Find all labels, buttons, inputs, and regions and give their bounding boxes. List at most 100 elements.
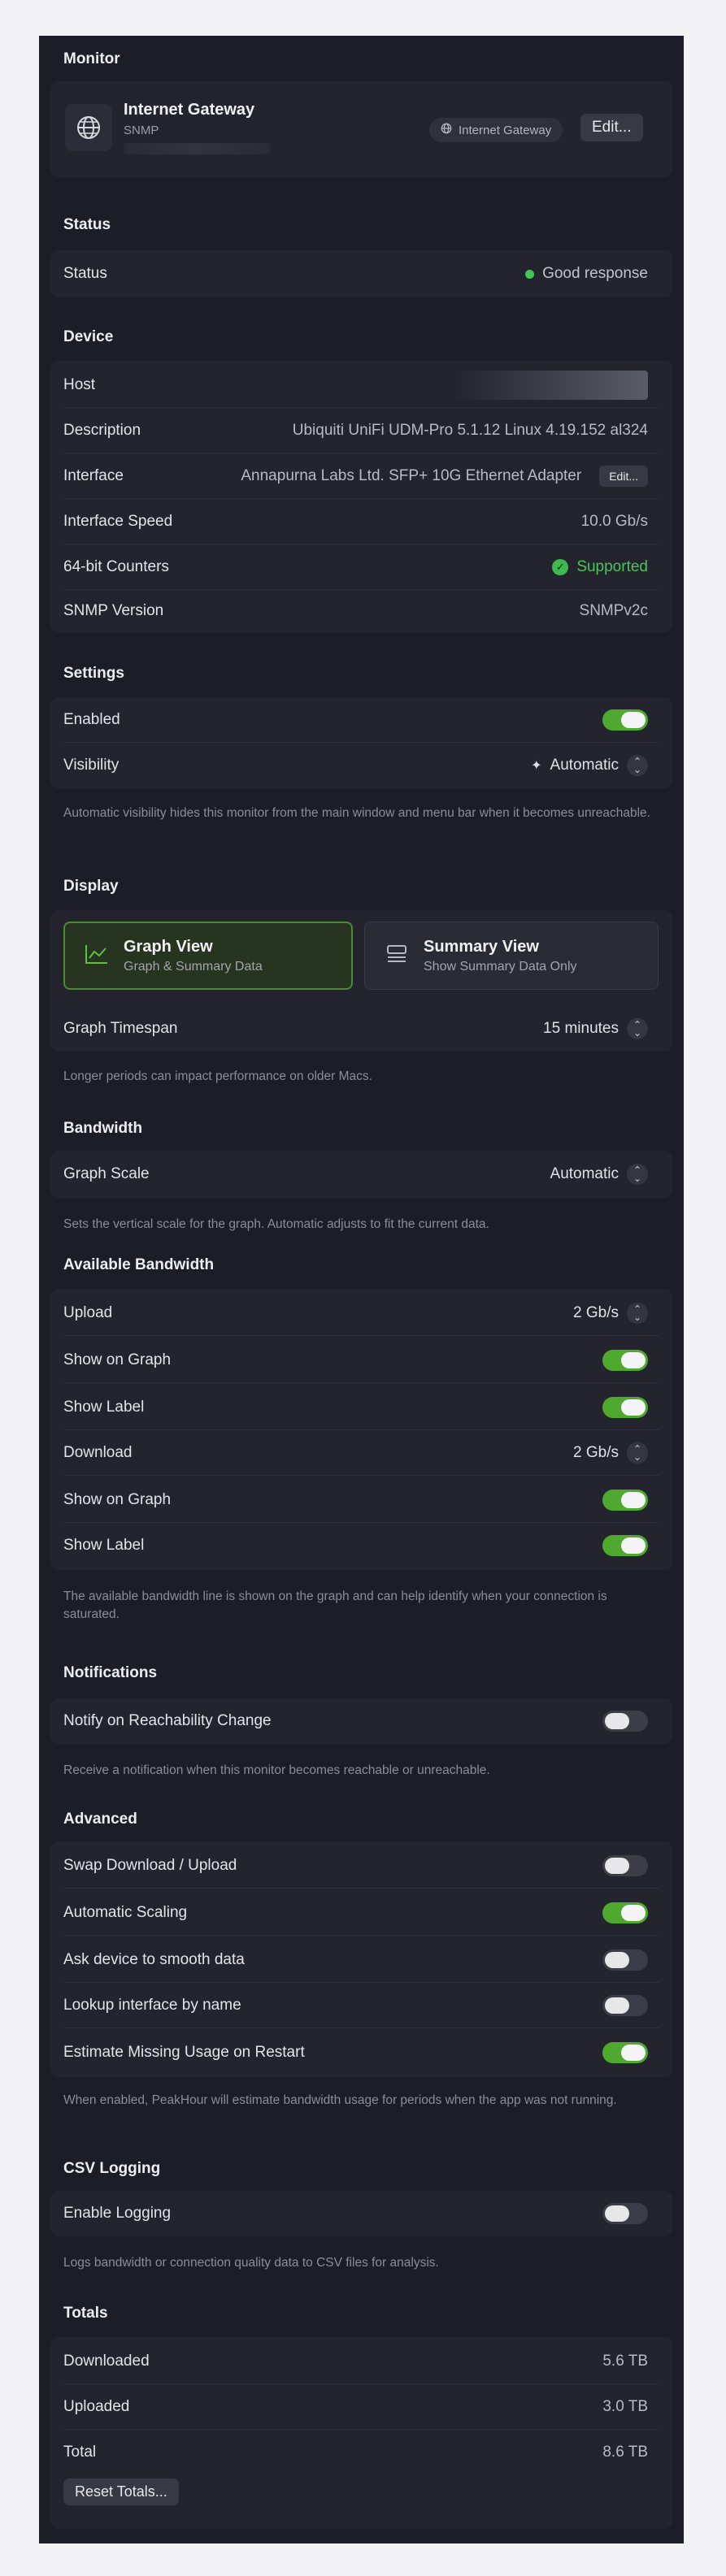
scaling-row: Automatic Scaling <box>50 1890 672 1936</box>
graph-view-title: Graph View <box>124 937 213 956</box>
enabled-toggle[interactable] <box>602 709 648 731</box>
reachability-toggle[interactable] <box>602 1711 648 1732</box>
chevron-updown-icon: ⌃ ⌄ <box>627 1018 648 1039</box>
chevron-updown-icon: ⌃ ⌄ <box>627 755 648 776</box>
advanced-heading: Advanced <box>63 1811 137 1828</box>
reachability-label: Notify on Reachability Change <box>63 1712 272 1729</box>
advanced-note: When enabled, PeakHour will estimate ban… <box>63 2093 617 2107</box>
visibility-select[interactable]: ✦ Automatic ⌃ ⌄ <box>531 755 648 776</box>
summary-view-title: Summary View <box>424 937 539 956</box>
monitor-type: SNMP <box>124 124 159 137</box>
csv-toggle[interactable] <box>602 2203 648 2224</box>
host-label: Host <box>63 376 96 393</box>
scale-label: Graph Scale <box>63 1165 150 1182</box>
upload-show-graph-row: Show on Graph <box>50 1338 672 1383</box>
visibility-row: Visibility ✦ Automatic ⌃ ⌄ <box>50 743 672 788</box>
status-heading: Status <box>63 216 111 233</box>
smooth-label: Ask device to smooth data <box>63 1951 245 1968</box>
download-show-graph-toggle[interactable] <box>602 1490 648 1511</box>
interface-label: Interface <box>63 467 124 484</box>
speed-row: Interface Speed 10.0 Gb/s <box>50 499 672 544</box>
csv-note: Logs bandwidth or connection quality dat… <box>63 2256 439 2270</box>
scale-note: Sets the vertical scale for the graph. A… <box>63 1217 489 1231</box>
upload-show-label-label: Show Label <box>63 1399 145 1416</box>
interface-edit-button[interactable]: Edit... <box>599 466 648 487</box>
download-show-label-toggle[interactable] <box>602 1535 648 1556</box>
uploaded-label: Uploaded <box>63 2398 130 2415</box>
enabled-label: Enabled <box>63 711 120 728</box>
lookup-label: Lookup interface by name <box>63 1997 241 2014</box>
upload-select[interactable]: 2 Gb/s ⌃ ⌄ <box>573 1303 648 1324</box>
visibility-label: Visibility <box>63 757 120 774</box>
display-heading: Display <box>63 878 119 895</box>
interface-row: Interface Annapurna Labs Ltd. SFP+ 10G E… <box>50 453 672 499</box>
status-dot-icon <box>525 269 535 279</box>
swap-row: Swap Download / Upload <box>50 1843 672 1889</box>
uploaded-row: Uploaded 3.0 TB <box>50 2384 672 2430</box>
smooth-row: Ask device to smooth data <box>50 1937 672 1983</box>
interface-value: Annapurna Labs Ltd. SFP+ 10G Ethernet Ad… <box>241 466 648 487</box>
speed-label: Interface Speed <box>63 513 173 530</box>
download-label: Download <box>63 1444 133 1461</box>
summary-list-icon <box>385 943 409 969</box>
snmp-value: SNMPv2c <box>579 602 648 619</box>
visibility-value: Automatic <box>550 757 619 774</box>
chevron-updown-icon: ⌃ ⌄ <box>627 1442 648 1464</box>
available-note: The available bandwidth line is shown on… <box>63 1589 607 1621</box>
notifications-note: Receive a notification when this monitor… <box>63 1763 490 1777</box>
scale-select[interactable]: Automatic ⌃ ⌄ <box>550 1164 648 1185</box>
chevron-updown-icon: ⌃ ⌄ <box>627 1164 648 1185</box>
swap-label: Swap Download / Upload <box>63 1857 237 1874</box>
monitor-address-redacted <box>124 143 270 154</box>
download-show-graph-row: Show on Graph <box>50 1477 672 1523</box>
reset-totals-button[interactable]: Reset Totals... <box>63 2478 179 2505</box>
monitor-badge-label: Internet Gateway <box>459 123 552 137</box>
timespan-value: 15 minutes <box>543 1020 619 1037</box>
upload-show-label-toggle[interactable] <box>602 1397 648 1418</box>
downloaded-value: 5.6 TB <box>602 2353 648 2370</box>
timespan-select[interactable]: 15 minutes ⌃ ⌄ <box>543 1018 648 1039</box>
status-value: Good response <box>525 265 648 283</box>
estimate-row: Estimate Missing Usage on Restart <box>50 2030 672 2075</box>
summary-view-card[interactable]: Summary View Show Summary Data Only <box>364 922 659 990</box>
snmp-label: SNMP Version <box>63 602 164 619</box>
upload-value: 2 Gb/s <box>573 1304 619 1321</box>
notifications-heading: Notifications <box>63 1664 158 1681</box>
csv-row: Enable Logging <box>50 2191 672 2236</box>
download-show-label-row: Show Label <box>50 1523 672 1568</box>
host-value-redacted <box>453 371 648 400</box>
download-show-label-label: Show Label <box>63 1537 145 1554</box>
description-row: Description Ubiquiti UniFi UDM-Pro 5.1.1… <box>50 408 672 453</box>
csv-label: Enable Logging <box>63 2205 172 2222</box>
download-show-graph-label: Show on Graph <box>63 1491 172 1508</box>
counters-row: 64-bit Counters ✓ Supported <box>50 544 672 590</box>
summary-view-subtitle: Show Summary Data Only <box>424 959 577 974</box>
monitor-edit-button[interactable]: Edit... <box>580 114 643 141</box>
download-row: Download 2 Gb/s ⌃ ⌄ <box>50 1430 672 1476</box>
timespan-label: Graph Timespan <box>63 1020 178 1037</box>
sparkle-icon: ✦ <box>531 759 542 773</box>
swap-toggle[interactable] <box>602 1855 648 1876</box>
monitor-badge: Internet Gateway <box>429 118 563 142</box>
chevron-updown-icon: ⌃ ⌄ <box>627 1303 648 1324</box>
settings-heading: Settings <box>63 665 124 682</box>
lookup-toggle[interactable] <box>602 1995 648 2016</box>
graph-view-card[interactable]: Graph View Graph & Summary Data <box>63 922 353 990</box>
status-row: Status Good response <box>50 251 672 297</box>
monitor-card: Internet Gateway SNMP Internet Gateway E… <box>50 81 672 177</box>
csv-heading: CSV Logging <box>63 2160 161 2177</box>
visibility-note: Automatic visibility hides this monitor … <box>63 806 650 820</box>
upload-show-graph-toggle[interactable] <box>602 1350 648 1371</box>
smooth-toggle[interactable] <box>602 1949 648 1971</box>
scaling-toggle[interactable] <box>602 1902 648 1923</box>
description-value: Ubiquiti UniFi UDM-Pro 5.1.12 Linux 4.19… <box>292 422 648 439</box>
download-select[interactable]: 2 Gb/s ⌃ ⌄ <box>573 1442 648 1464</box>
scale-value: Automatic <box>550 1165 619 1182</box>
speed-value: 10.0 Gb/s <box>580 513 648 530</box>
estimate-toggle[interactable] <box>602 2042 648 2063</box>
counters-label: 64-bit Counters <box>63 558 169 575</box>
snmp-row: SNMP Version SNMPv2c <box>50 588 672 634</box>
upload-show-graph-label: Show on Graph <box>63 1351 172 1368</box>
timespan-note: Longer periods can impact performance on… <box>63 1069 372 1083</box>
estimate-label: Estimate Missing Usage on Restart <box>63 2044 305 2061</box>
